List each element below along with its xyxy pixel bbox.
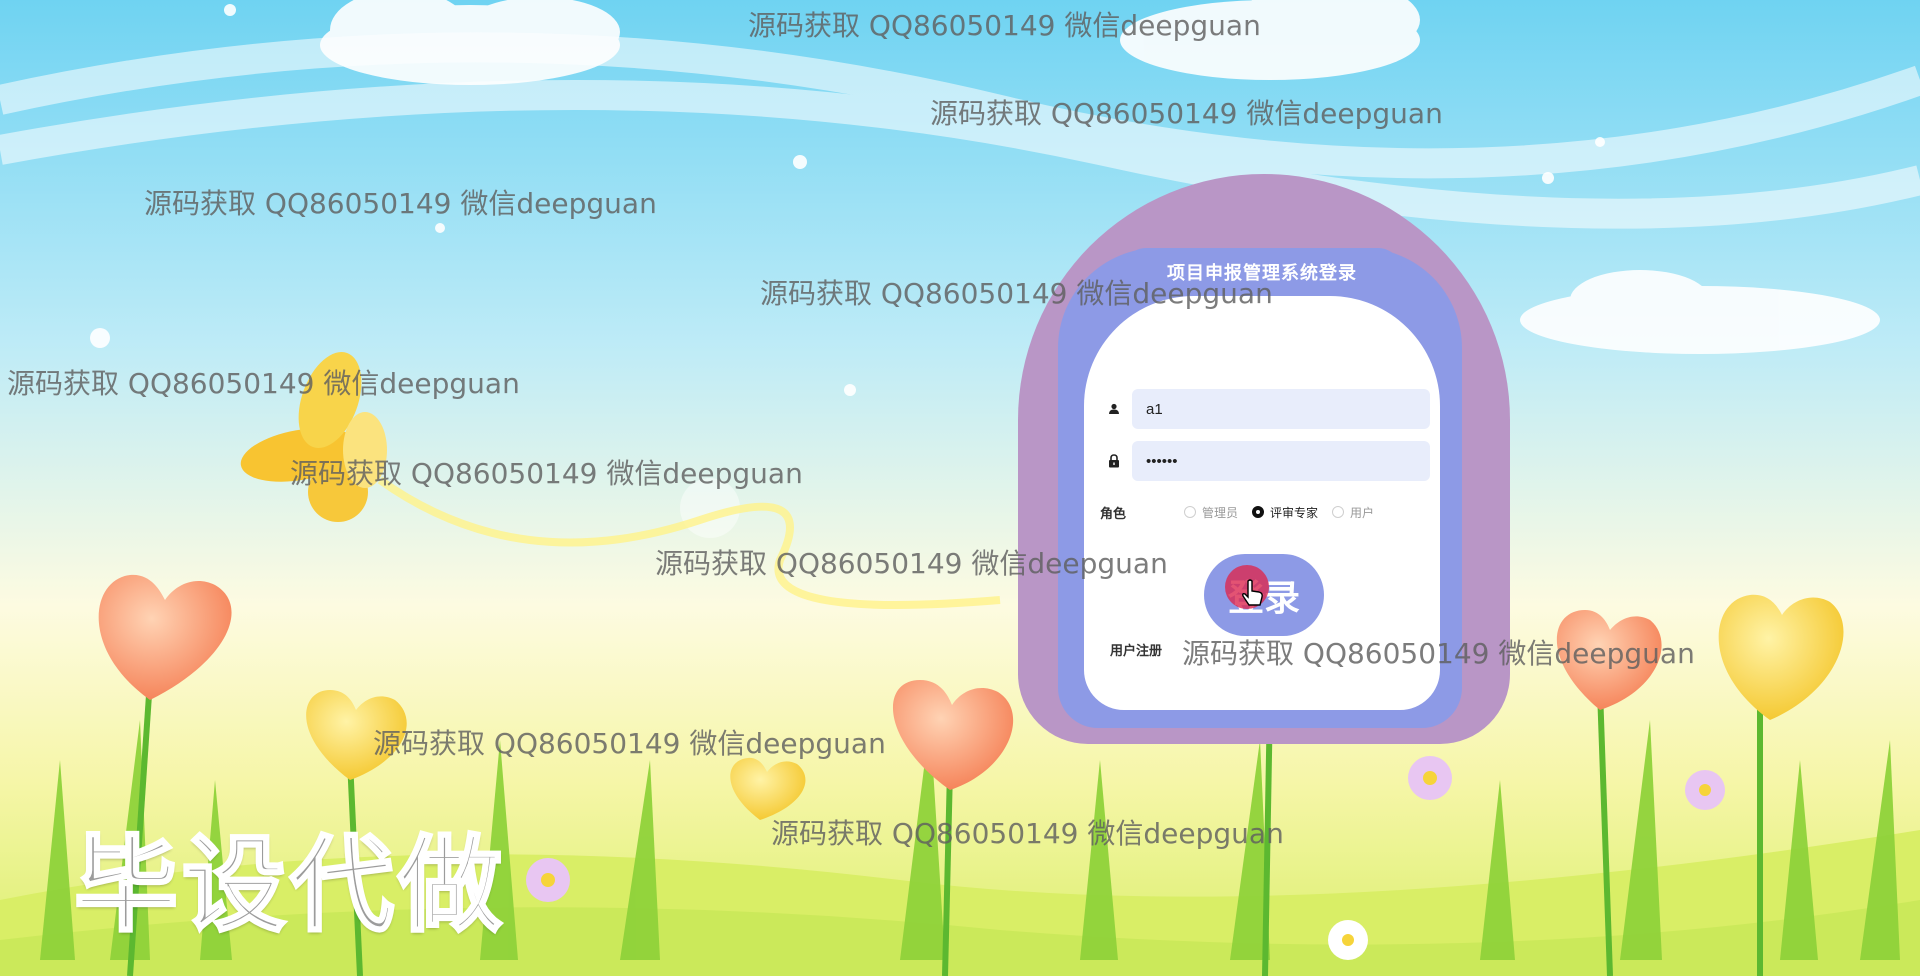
role-label: 角色 [1100, 505, 1127, 521]
role-option-label: 管理员 [1202, 505, 1239, 520]
watermark: 源码获取 QQ86050149 微信deepguan [655, 547, 1168, 580]
role-option-label: 用户 [1350, 505, 1375, 520]
role-selector: 角色 管理员 评审专家 用户 [1100, 498, 1430, 526]
user-icon [1100, 389, 1128, 429]
lock-icon [1100, 441, 1128, 481]
watermark: 源码获取 QQ86050149 微信deepguan [930, 97, 1443, 130]
register-link[interactable]: 用户注册 [1110, 640, 1162, 659]
role-option-label: 评审专家 [1270, 505, 1319, 520]
watermark: 源码获取 QQ86050149 微信deepguan [748, 9, 1261, 42]
radio-admin[interactable] [1184, 506, 1196, 518]
username-row [1100, 389, 1430, 429]
radio-expert[interactable] [1252, 506, 1265, 518]
role-option-admin[interactable]: 管理员 [1184, 504, 1238, 521]
cursor-icon [1242, 579, 1263, 606]
watermark: 源码获取 QQ86050149 微信deepguan [1182, 637, 1695, 670]
role-option-expert[interactable]: 评审专家 [1252, 504, 1318, 521]
watermark: 源码获取 QQ86050149 微信deepguan [373, 727, 886, 760]
promo-text: 毕设代做 [72, 823, 507, 948]
watermark: 源码获取 QQ86050149 微信deepguan [144, 187, 657, 220]
watermark: 源码获取 QQ86050149 微信deepguan [771, 817, 1284, 850]
radio-user[interactable] [1332, 506, 1345, 518]
password-input[interactable] [1132, 441, 1430, 481]
watermark: 源码获取 QQ86050149 微信deepguan [7, 367, 520, 400]
watermark: 源码获取 QQ86050149 微信deepguan [290, 457, 803, 490]
role-option-user[interactable]: 用户 [1332, 504, 1374, 521]
username-input[interactable] [1132, 389, 1430, 429]
password-row [1100, 441, 1430, 481]
watermark: 源码获取 QQ86050149 微信deepguan [760, 277, 1273, 310]
